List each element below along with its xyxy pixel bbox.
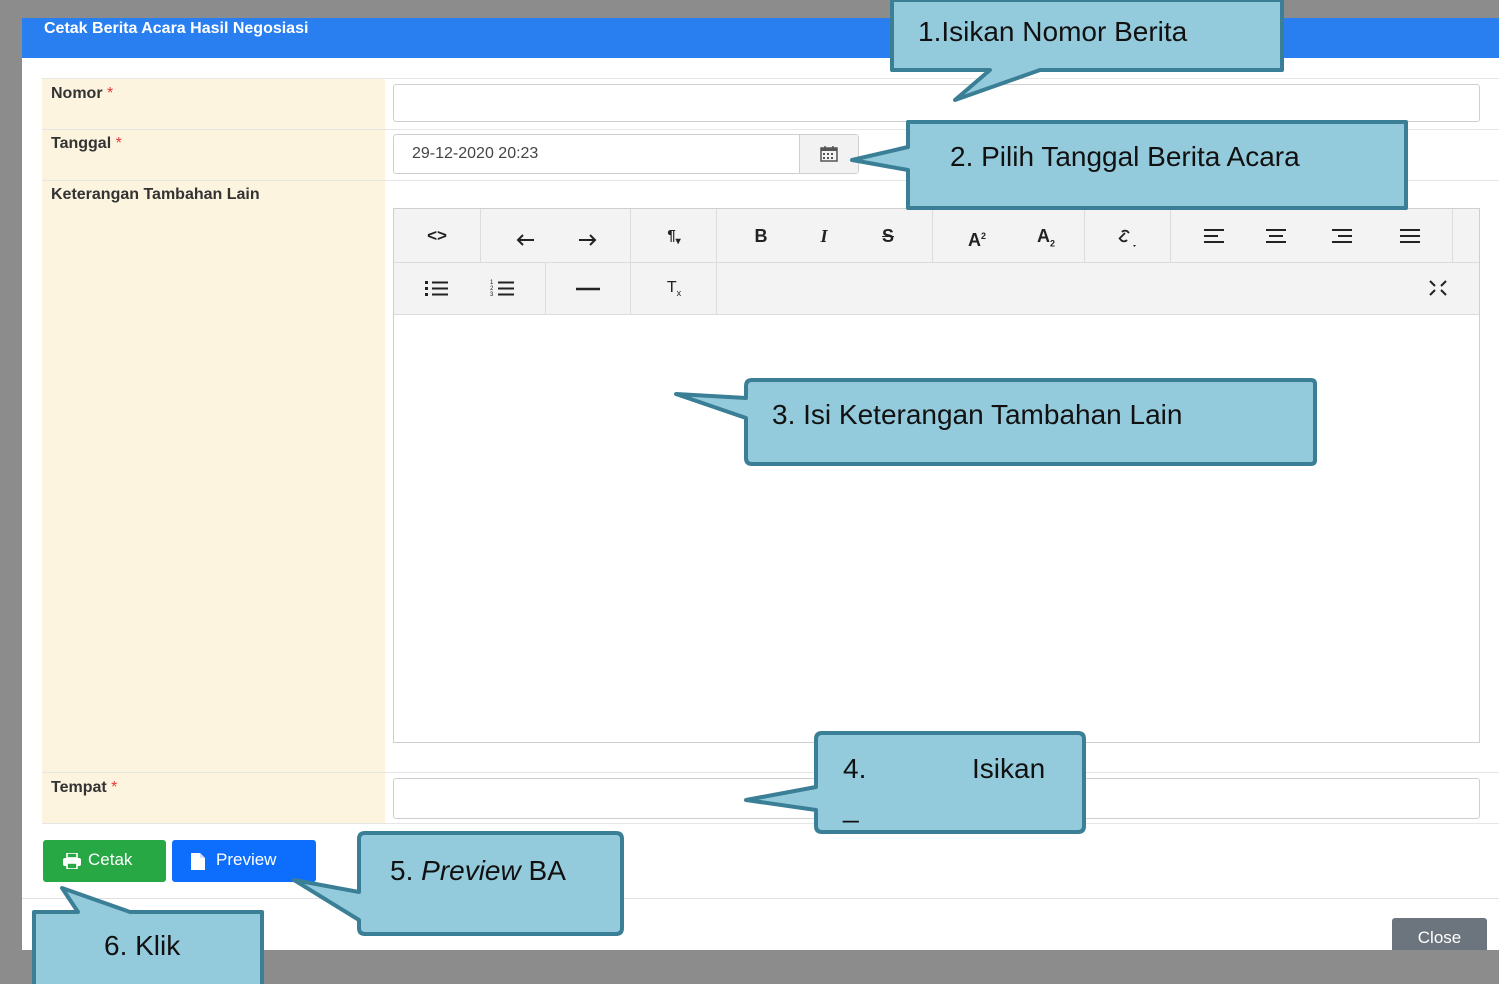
superscript-icon[interactable]: A2 <box>957 221 997 251</box>
tempat-label: Tempat * <box>51 779 117 797</box>
row-divider <box>42 180 1499 181</box>
toolbar-separator <box>1084 209 1085 262</box>
align-right-icon[interactable] <box>1322 221 1362 251</box>
row-divider <box>42 823 1499 824</box>
align-left-icon[interactable] <box>1194 221 1234 251</box>
svg-text:3: 3 <box>490 292 494 298</box>
italic-icon[interactable]: I <box>804 221 844 251</box>
callout-5-rest: BA <box>528 855 566 886</box>
label-cell-keterangan <box>42 181 385 772</box>
callout-3-text: 3. Isi Keterangan Tambahan Lain <box>772 399 1183 430</box>
modal-title: Cetak Berita Acara Hasil Negosiasi <box>44 20 309 37</box>
file-icon <box>191 853 205 870</box>
row-divider <box>42 129 1499 130</box>
subscript-icon[interactable]: A2 <box>1026 221 1066 251</box>
keterangan-label: Keterangan Tambahan Lain <box>51 186 260 203</box>
strikethrough-icon[interactable]: S <box>868 221 908 251</box>
required-mark: * <box>111 779 118 796</box>
nomor-label: Nomor * <box>51 85 113 103</box>
toolbar-divider <box>394 262 1479 263</box>
callout-2-text: 2. Pilih Tanggal Berita Acara <box>950 141 1300 172</box>
tanggal-value: 29-12-2020 20:23 <box>412 145 539 162</box>
toolbar-separator <box>932 209 933 262</box>
editor-toolbar: <> ¶▾ B I S A2 A2 1 2 3 Tx <box>394 209 1479 315</box>
calendar-button[interactable] <box>799 135 858 173</box>
callout-6-text: 6. Klik <box>104 930 181 961</box>
code-view-icon[interactable]: <> <box>417 221 457 251</box>
calendar-icon <box>820 146 838 162</box>
callout-5-italic: Preview <box>421 855 521 886</box>
toolbar-separator <box>630 209 631 314</box>
editor-content-area[interactable] <box>394 315 1479 742</box>
nomor-label-text: Nomor <box>51 85 103 102</box>
align-center-icon[interactable] <box>1256 221 1296 251</box>
horizontal-rule-icon[interactable] <box>568 273 608 303</box>
callout-5-text: 5. Preview BA <box>390 855 566 887</box>
required-mark: * <box>115 135 122 152</box>
undo-icon[interactable] <box>505 221 545 251</box>
callout-4-number: 4. <box>843 753 867 784</box>
ordered-list-icon[interactable]: 123 <box>483 273 523 303</box>
row-divider <box>42 78 1499 79</box>
align-justify-icon[interactable] <box>1390 221 1430 251</box>
tanggal-label-text: Tanggal <box>51 135 112 152</box>
required-mark: * <box>107 85 114 102</box>
tempat-input[interactable] <box>393 778 1480 819</box>
toolbar-separator <box>1452 209 1453 262</box>
preview-button-label: Preview <box>216 850 277 869</box>
callout-4-extra: _ <box>843 792 859 823</box>
toolbar-separator <box>545 262 546 314</box>
callout-5-number: 5. <box>390 855 414 886</box>
toolbar-separator <box>1170 209 1171 262</box>
unordered-list-icon[interactable] <box>417 273 457 303</box>
cetak-button-label: Cetak <box>88 850 133 869</box>
modal-header: Cetak Berita Acara Hasil Negosiasi <box>22 18 1499 58</box>
toolbar-separator <box>480 209 481 262</box>
tanggal-input[interactable]: 29-12-2020 20:23 <box>393 134 859 174</box>
cetak-button[interactable]: Cetak <box>43 840 166 882</box>
modal-footer-divider <box>22 898 1499 899</box>
link-icon[interactable] <box>1107 221 1147 251</box>
nomor-input[interactable] <box>393 84 1480 122</box>
redo-icon[interactable] <box>568 221 608 251</box>
callout-4-text: Isikan <box>972 753 1046 784</box>
printer-icon <box>63 853 81 869</box>
row-divider <box>42 772 1499 773</box>
tanggal-label: Tanggal * <box>51 135 122 153</box>
bold-icon[interactable]: B <box>741 221 781 251</box>
paragraph-style-icon[interactable]: ¶▾ <box>654 221 694 251</box>
fullscreen-icon[interactable] <box>1418 273 1458 303</box>
preview-button[interactable]: Preview <box>172 840 316 882</box>
rich-text-editor: <> ¶▾ B I S A2 A2 1 2 3 Tx <box>393 208 1480 743</box>
callout-1-text: 1.Isikan Nomor Berita <box>918 16 1188 47</box>
clear-format-icon[interactable]: Tx <box>654 273 694 303</box>
close-button[interactable]: Close <box>1392 918 1487 950</box>
tempat-label-text: Tempat <box>51 779 107 796</box>
toolbar-separator <box>716 209 717 314</box>
